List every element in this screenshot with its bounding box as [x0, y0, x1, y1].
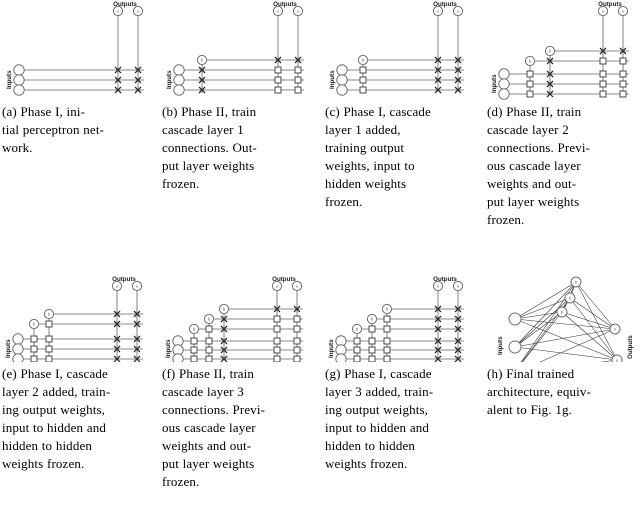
panel-h: h h h o o Inputs Outputs (h) Final train… [487, 262, 637, 419]
caption-d: (d) Phase II, train cascade layer 2 conn… [487, 103, 637, 229]
outputs-label-h: Outputs [627, 335, 634, 359]
network-diagram-h: h h h o o Inputs Outputs [497, 276, 634, 362]
caption-e-line-0: (e) Phase I, cascade [2, 366, 108, 381]
caption-b-line-3: put layer weights [162, 158, 255, 173]
caption-h-line-0: (h) Final trained [487, 366, 575, 381]
panel-c: Outputs o o h Inputs (c) Phase I, cascad… [325, 0, 475, 211]
panel-g: Outputs o o h h h Inputs (g) Phase I, ca… [325, 262, 475, 473]
network-diagram-b: Outputs o o h Inputs [166, 1, 304, 96]
caption-e-line-5: weights frozen. [2, 456, 85, 471]
network-diagram-g: Outputs o o h h h Inputs [328, 276, 464, 362]
caption-g-line-3: input to hidden and [325, 420, 429, 435]
caption-f-line-5: put layer weights [162, 456, 255, 471]
caption-a-line-2: work. [2, 140, 33, 155]
caption-f: (f) Phase II, train cascade layer 3 conn… [162, 365, 312, 491]
caption-b-line-4: frozen. [162, 176, 200, 191]
caption-c-line-4: hidden weights [325, 176, 407, 191]
caption-c-line-1: layer 1 added, [325, 122, 401, 137]
inputs-label-a: Inputs [6, 70, 13, 89]
diagram-d: Outputs o o h h Inputs [487, 0, 637, 100]
caption-d-line-6: frozen. [487, 212, 525, 227]
caption-d-line-1: cascade layer 2 [487, 122, 569, 137]
caption-h-line-1: architecture, equiv- [487, 384, 591, 399]
caption-d-line-4: weights and out- [487, 176, 577, 191]
caption-c-line-3: weights, input to [325, 158, 415, 173]
inputs-label-b: Inputs [166, 70, 173, 89]
caption-b-line-0: (b) Phase II, train [162, 104, 257, 119]
diagram-h: h h h o o Inputs Outputs [487, 262, 637, 362]
inputs-label-h: Inputs [497, 336, 504, 355]
panel-b: Outputs o o h Inputs (b) Phase II, train… [162, 0, 312, 193]
panel-d: Outputs o o h h Inputs (d) Phase II, tra… [487, 0, 637, 229]
diagram-e: Outputs o o h h Inputs [2, 262, 152, 362]
caption-g-line-4: hidden to hidden [325, 438, 415, 453]
panel-a: Outputs o o Inputs (a) Phase I, ini- tia… [2, 0, 152, 157]
caption-e-line-3: input to hidden and [2, 420, 106, 435]
caption-d-line-3: ous cascade layer [487, 158, 581, 173]
caption-f-line-4: weights and out- [162, 438, 252, 453]
caption-g-line-1: layer 3 added, train- [325, 384, 434, 399]
diagram-g: Outputs o o h h h Inputs [325, 262, 475, 362]
caption-e-line-2: ing output weights, [2, 402, 106, 417]
caption-e-line-4: hidden to hidden [2, 438, 92, 453]
network-diagram-a: Outputs o o Inputs [6, 1, 144, 96]
caption-f-line-1: cascade layer 3 [162, 384, 244, 399]
diagram-b: Outputs o o h Inputs [162, 0, 312, 100]
inputs-label-g: Inputs [328, 339, 335, 358]
caption-g: (g) Phase I, cascade layer 3 added, trai… [325, 365, 475, 473]
caption-h: (h) Final trained architecture, equiv- a… [487, 365, 637, 419]
caption-h-line-2: alent to Fig. 1g. [487, 402, 572, 417]
diagram-c: Outputs o o h Inputs [325, 0, 475, 100]
caption-a-line-0: (a) Phase I, ini- [2, 104, 86, 119]
caption-f-line-3: ous cascade layer [162, 420, 256, 435]
caption-c-line-5: frozen. [325, 194, 363, 209]
caption-a: (a) Phase I, ini- tial perceptron net- w… [2, 103, 152, 157]
panel-e: Outputs o o h h Inputs (e) Phase I, casc… [2, 262, 152, 473]
caption-b-line-1: cascade layer 1 [162, 122, 244, 137]
network-diagram-d: Outputs o o h h Inputs [491, 1, 629, 100]
caption-c-line-2: training output [325, 140, 405, 155]
network-diagram-c: Outputs o o h Inputs [329, 1, 464, 96]
caption-f-line-2: connections. Previ- [162, 402, 266, 417]
caption-d-line-0: (d) Phase II, train [487, 104, 582, 119]
caption-g-line-0: (g) Phase I, cascade [325, 366, 432, 381]
network-diagram-f: Outputs o o h h h Inputs [165, 276, 303, 362]
caption-c: (c) Phase I, cascade layer 1 added, trai… [325, 103, 475, 211]
caption-e-line-1: layer 2 added, train- [2, 384, 111, 399]
caption-f-line-0: (f) Phase II, train [162, 366, 255, 381]
caption-g-line-5: weights frozen. [325, 456, 408, 471]
caption-b-line-2: connections. Out- [162, 140, 257, 155]
caption-d-line-5: put layer weights [487, 194, 580, 209]
inputs-label-e: Inputs [5, 339, 12, 358]
caption-b: (b) Phase II, train cascade layer 1 conn… [162, 103, 312, 193]
caption-g-line-2: ing output weights, [325, 402, 429, 417]
inputs-label-f: Inputs [165, 339, 172, 358]
caption-c-line-0: (c) Phase I, cascade [325, 104, 431, 119]
caption-e: (e) Phase I, cascade layer 2 added, trai… [2, 365, 152, 473]
network-diagram-e: Outputs o o h h Inputs [5, 276, 143, 362]
diagram-a: Outputs o o Inputs [2, 0, 152, 100]
diagram-f: Outputs o o h h h Inputs [162, 262, 312, 362]
caption-f-line-6: frozen. [162, 474, 200, 489]
inputs-label-c: Inputs [329, 70, 336, 89]
caption-d-line-2: connections. Previ- [487, 140, 591, 155]
caption-a-line-1: tial perceptron net- [2, 122, 105, 137]
panel-f: Outputs o o h h h Inputs (f) Phase II, t… [162, 262, 312, 491]
figure-grid: Outputs o o Inputs (a) Phase I, ini- tia… [0, 0, 640, 525]
inputs-label-d: Inputs [491, 74, 498, 93]
